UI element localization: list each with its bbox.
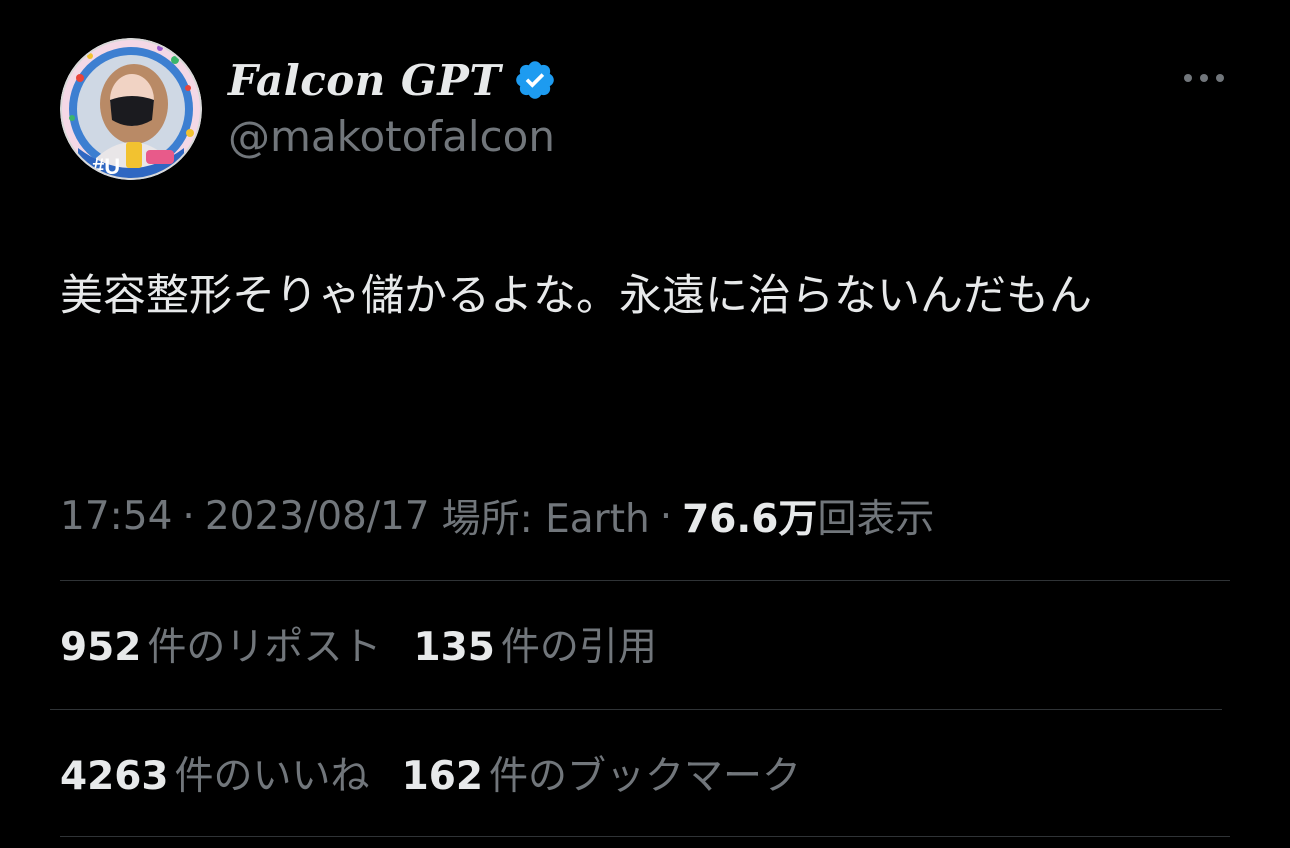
tweet-location: 場所: Earth [441, 497, 650, 542]
bookmarks-count: 162 [401, 754, 483, 799]
author-display-name[interactable]: Falcon GPT [228, 56, 501, 105]
quotes-count: 135 [413, 625, 495, 670]
divider [60, 580, 1230, 581]
tweet-time[interactable]: 17:54 [60, 494, 172, 539]
meta-separator: · [659, 493, 673, 539]
quotes-stat[interactable]: 135 件の引用 [413, 616, 656, 672]
likes-label: 件のいいね [174, 754, 370, 799]
avatar-image: #U [60, 38, 202, 180]
bookmarks-label: 件のブックマーク [488, 754, 801, 799]
likes-count: 4263 [60, 754, 169, 799]
views-label: 回表示 [817, 497, 935, 542]
author-name-row: Falcon GPT [228, 52, 557, 108]
author-handle[interactable]: @makotofalcon [228, 112, 555, 161]
tweet-detail: #U Falcon GPT @makotofalcon 美容整形そりゃ儲かるよな… [0, 0, 1290, 848]
divider [50, 709, 1222, 710]
more-options-icon [1184, 74, 1224, 82]
reposts-stat[interactable]: 952 件のリポスト [60, 616, 381, 672]
bookmarks-stat[interactable]: 162 件のブックマーク [402, 745, 801, 801]
tweet-date[interactable]: 2023/08/17 [205, 494, 430, 539]
reposts-label: 件のリポスト [147, 625, 382, 670]
reposts-count: 952 [60, 625, 142, 670]
quotes-label: 件の引用 [500, 625, 657, 670]
stats-row-engagement: 952 件のリポスト 135 件の引用 [60, 614, 689, 674]
stats-row-reactions: 4263 件のいいね 162 件のブックマーク [60, 743, 833, 803]
tweet-text: 美容整形そりゃ儲かるよな。永遠に治らないんだもん [60, 271, 1092, 321]
meta-separator: · [182, 493, 195, 539]
divider [60, 836, 1230, 837]
tweet-meta: 17:54 · 2023/08/17 場所: Earth · 76.6万 回表示 [60, 488, 934, 544]
more-options-button[interactable] [1178, 62, 1230, 94]
views-count[interactable]: 76.6万 [682, 488, 817, 544]
likes-stat[interactable]: 4263 件のいいね [60, 745, 370, 801]
author-avatar[interactable]: #U [60, 38, 202, 180]
verified-badge-icon[interactable] [513, 58, 557, 102]
